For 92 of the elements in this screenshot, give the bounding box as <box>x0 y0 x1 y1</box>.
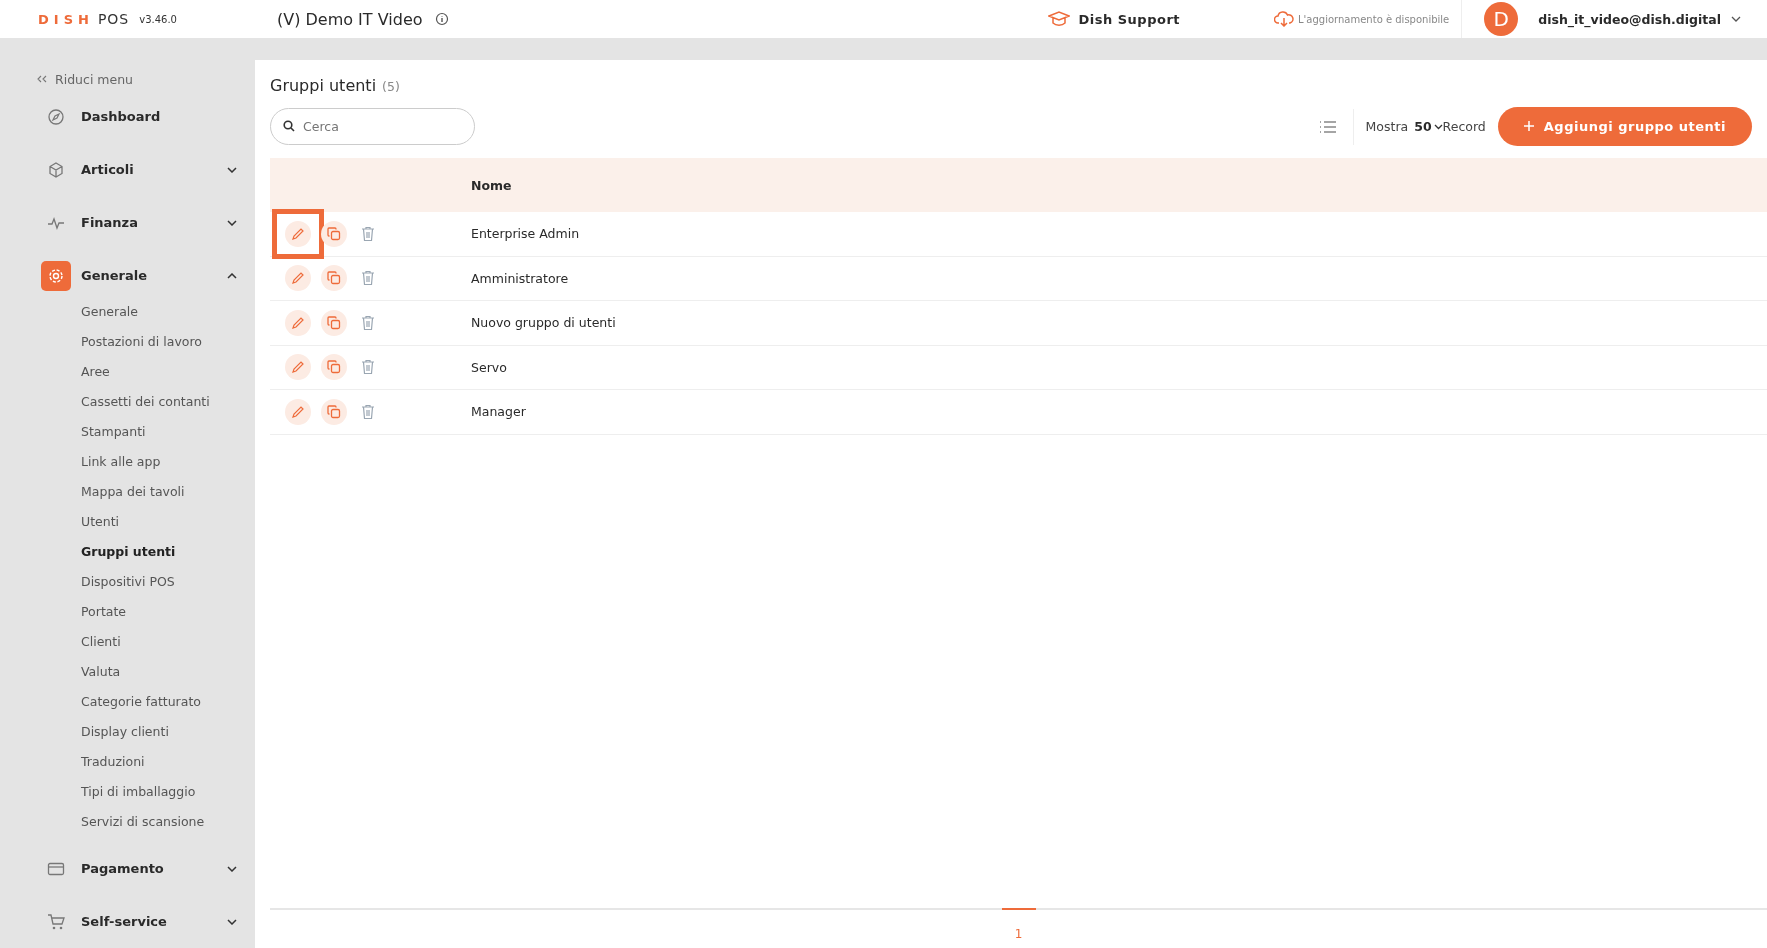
sidebar-subitem[interactable]: Utenti <box>81 506 237 536</box>
duplicate-button[interactable] <box>321 354 347 381</box>
pencil-icon <box>291 315 305 330</box>
table-cell: Enterprise Admin <box>471 226 580 242</box>
sidebar-subitem[interactable]: Dispositivi POS <box>81 566 237 596</box>
sidebar-subitem[interactable]: Clienti <box>81 626 237 656</box>
sidebar-subitem[interactable]: Stampanti <box>81 416 237 446</box>
pencil-icon <box>291 271 305 286</box>
sidebar-subitem[interactable]: Servizi di scansione <box>81 806 237 836</box>
account-name[interactable]: dish_it_video@dish.digital <box>1538 11 1721 27</box>
page-title: Gruppi utenti <box>270 76 377 95</box>
copy-icon <box>327 271 341 286</box>
info-icon <box>434 12 449 26</box>
copy-icon <box>327 360 341 375</box>
table-cell: Manager <box>471 404 526 420</box>
edit-button[interactable] <box>285 398 311 425</box>
delete-button[interactable] <box>361 270 375 287</box>
delete-button[interactable] <box>361 225 375 242</box>
pencil-icon <box>291 404 305 419</box>
sidebar-subitem[interactable]: Postazioni di lavoro <box>81 326 237 356</box>
sidebar-subitem[interactable]: Cassetti dei contanti <box>81 386 237 416</box>
delete-button[interactable] <box>361 314 375 331</box>
pencil-icon <box>291 360 305 375</box>
sidebar-item[interactable]: Pagamento <box>25 842 237 895</box>
chevron-up-icon[interactable] <box>227 272 237 279</box>
pencil-icon <box>291 226 305 241</box>
cart-icon <box>47 912 65 931</box>
trash-icon <box>361 314 375 331</box>
trash-icon <box>361 270 375 287</box>
chevron-down-icon[interactable] <box>227 865 237 872</box>
venue-name: (V) Demo IT Video <box>276 9 423 29</box>
add-group-button[interactable]: Aggiungi gruppo utenti <box>1497 107 1752 146</box>
sidebar-subitem[interactable]: Mappa dei tavoli <box>81 476 237 506</box>
duplicate-button[interactable] <box>321 220 347 247</box>
duplicate-button[interactable] <box>321 398 347 425</box>
search-field[interactable]: Cerca <box>270 108 475 145</box>
duplicate-button[interactable] <box>321 265 347 292</box>
graduation-cap-icon <box>1048 11 1071 27</box>
chevron-down-icon[interactable] <box>1731 16 1741 22</box>
sidebar-item[interactable]: Articoli <box>25 143 237 196</box>
sidebar-subitem[interactable]: Traduzioni <box>81 746 237 776</box>
delete-button[interactable] <box>361 403 375 420</box>
edit-button[interactable] <box>285 354 311 381</box>
search-icon <box>283 120 295 132</box>
copy-icon <box>327 315 341 330</box>
chevron-down-icon <box>1433 123 1443 130</box>
records-label: Record <box>1442 119 1486 134</box>
delete-button[interactable] <box>361 359 375 376</box>
sidebar-subitem[interactable]: Link alle app <box>81 446 237 476</box>
copy-icon <box>327 226 341 241</box>
support-link[interactable]: Dish Support <box>1048 11 1181 27</box>
record-count: (5) <box>382 79 400 94</box>
sidebar-subitem[interactable]: Tipi di imballaggio <box>81 776 237 806</box>
table-cell: Amministratore <box>471 270 569 286</box>
trash-icon <box>361 225 375 242</box>
duplicate-button[interactable] <box>321 309 347 336</box>
plus-icon <box>1523 121 1534 131</box>
table-cell: Nuovo gruppo di utenti <box>471 315 616 331</box>
compass-icon <box>47 107 65 126</box>
edit-button[interactable] <box>285 309 311 336</box>
chevron-down-icon[interactable] <box>227 918 237 925</box>
edit-button[interactable] <box>272 208 324 259</box>
double-chevron-left-icon <box>37 75 47 83</box>
sidebar-subitem[interactable]: Gruppi utenti <box>81 536 237 566</box>
table-cell: Servo <box>471 359 507 375</box>
sidebar-subitem[interactable]: Aree <box>81 356 237 386</box>
page-button[interactable]: 1 <box>1001 908 1036 948</box>
trash-icon <box>361 359 375 376</box>
chevron-down-icon[interactable] <box>227 166 237 173</box>
sidebar-subitem[interactable]: Display clienti <box>81 716 237 746</box>
sidebar-item[interactable]: Dashboard <box>25 90 237 143</box>
sidebar-item[interactable]: Self-service <box>25 895 237 948</box>
list-view-icon[interactable] <box>1318 119 1337 134</box>
sidebar-subitem[interactable]: Portate <box>81 596 237 626</box>
trash-icon <box>361 403 375 420</box>
show-label: Mostra <box>1365 119 1409 134</box>
cube-icon <box>47 160 65 179</box>
column-header: Nome <box>471 177 512 193</box>
avatar[interactable]: D <box>1484 2 1519 36</box>
sidebar-subitem[interactable]: Categorie fatturato <box>81 686 237 716</box>
version-label: v3.46.0 <box>139 13 177 25</box>
sidebar-item[interactable]: Finanza <box>25 196 237 249</box>
brand-logo: DISH <box>38 11 94 27</box>
product-name: POS <box>97 11 130 27</box>
collapse-menu-link[interactable]: Riduci menu <box>37 68 237 90</box>
copy-icon <box>327 404 341 419</box>
page-size-dropdown[interactable]: 50 <box>1414 119 1443 134</box>
edit-button[interactable] <box>285 265 311 292</box>
sidebar-subitem[interactable]: Valuta <box>81 656 237 686</box>
chevron-down-icon[interactable] <box>227 219 237 226</box>
update-link[interactable]: L'aggiornamento è disponibile <box>1274 0 1463 38</box>
cloud-download-icon <box>1274 11 1295 27</box>
